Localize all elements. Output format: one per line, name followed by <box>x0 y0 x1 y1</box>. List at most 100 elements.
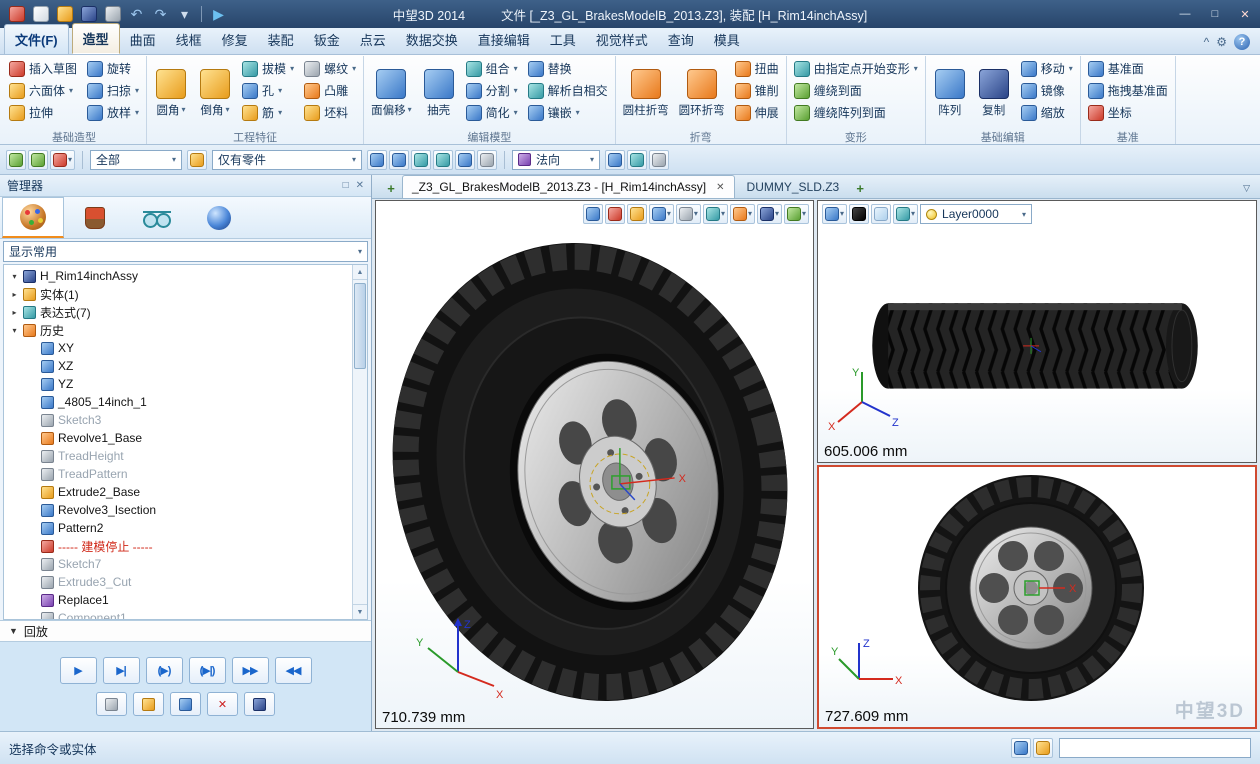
remove-from-selection-button[interactable]: ▾ <box>50 150 75 170</box>
ribbon-button-twist[interactable]: 扭曲 <box>732 58 782 79</box>
ribbon-button-revolve[interactable]: 旋转 <box>84 58 142 79</box>
tree-item-8[interactable]: Sketch3 <box>4 411 352 429</box>
print-button[interactable] <box>102 4 123 25</box>
part-filter-combo[interactable]: 仅有零件 ▾ <box>212 150 362 170</box>
replay-fast-forward-button[interactable]: ▶▶ <box>232 657 269 684</box>
chain-select-button[interactable] <box>455 150 475 170</box>
ribbon-button-split[interactable]: 分割▾ <box>463 80 521 101</box>
ribbon-button-inlay[interactable]: 镶嵌▾ <box>525 102 611 123</box>
ribbon-button-face-offset[interactable]: 面偏移▾ <box>368 58 415 129</box>
tree-item-12[interactable]: Extrude2_Base <box>4 483 352 501</box>
close-manager-button[interactable]: ✕ <box>356 180 364 191</box>
background-color-swatch[interactable] <box>871 204 891 224</box>
ribbon-tab-1[interactable]: 造型 <box>72 23 120 54</box>
command-input[interactable] <box>1059 738 1251 758</box>
ribbon-button-pattern[interactable]: 阵列 <box>930 58 970 129</box>
tree-item-17[interactable]: Extrude3_Cut <box>4 573 352 591</box>
layer-combo[interactable]: Layer0000 ▾ <box>920 204 1032 224</box>
ribbon-button-mirror[interactable]: 镜像 <box>1018 80 1076 101</box>
replay-play-to-end-button[interactable]: ▶| <box>103 657 140 684</box>
float-panel-button[interactable]: □ <box>343 180 349 191</box>
undo-button[interactable]: ↶ <box>126 4 147 25</box>
bottom-right-viewport[interactable]: X Z Y X 中望3D 727.609 mm <box>817 465 1257 729</box>
expand-arrow-icon[interactable]: ▸ <box>10 290 19 299</box>
replay-rewind-button[interactable]: ◀◀ <box>275 657 312 684</box>
ribbon-button-stock[interactable]: 坯料 <box>301 102 359 123</box>
new-file-button[interactable] <box>30 4 51 25</box>
ribbon-button-fillet[interactable]: 圆角▾ <box>151 58 191 129</box>
replay-exit-button[interactable] <box>244 692 275 716</box>
ribbon-button-hole[interactable]: 孔▾ <box>239 80 297 101</box>
scroll-up-icon[interactable]: ▲ <box>353 265 367 280</box>
tree-display-combo[interactable]: 显示常用 ▾ <box>3 241 368 262</box>
ribbon-button-deform-by-point[interactable]: 由指定点开始变形▾ <box>791 58 921 79</box>
ribbon-button-move[interactable]: 移动▾ <box>1018 58 1076 79</box>
scroll-down-icon[interactable]: ▼ <box>353 604 367 619</box>
filter-settings-button[interactable] <box>477 150 497 170</box>
select-list-button[interactable] <box>367 150 387 170</box>
manager-tab-history[interactable] <box>2 197 64 238</box>
ribbon-button-thread[interactable]: 螺纹▾ <box>301 58 359 79</box>
ribbon-tab-13[interactable]: 模具 <box>704 25 750 54</box>
tree-item-15[interactable]: ----- 建模停止 ----- <box>4 537 352 555</box>
maximize-button[interactable]: □ <box>1200 3 1230 25</box>
ribbon-button-copy[interactable]: 复制 <box>974 58 1014 129</box>
ribbon-button-sweep[interactable]: 扫掠▾ <box>84 80 142 101</box>
tree-item-19[interactable]: Component1 <box>4 609 352 619</box>
select-previous-button[interactable] <box>389 150 409 170</box>
replay-demo-button[interactable] <box>170 692 201 716</box>
manager-tab-visualize[interactable] <box>188 197 250 238</box>
ribbon-button-stretch[interactable]: 伸展 <box>732 102 782 123</box>
sync-views-button[interactable] <box>627 150 647 170</box>
close-button[interactable]: ✕ <box>1230 3 1260 25</box>
ribbon-tab-11[interactable]: 视觉样式 <box>586 25 658 54</box>
replay-cancel-button[interactable]: ✕ <box>207 692 238 716</box>
ribbon-button-box[interactable]: 六面体▾ <box>6 80 80 101</box>
tree-item-14[interactable]: Pattern2 <box>4 519 352 537</box>
ribbon-tab-7[interactable]: 点云 <box>350 25 396 54</box>
viewport-layout-button[interactable]: ▾ <box>784 204 809 224</box>
input-mode-button[interactable] <box>1033 738 1053 758</box>
tree-item-18[interactable]: Replace1 <box>4 591 352 609</box>
new-document-button[interactable]: + <box>382 181 400 198</box>
tree-item-5[interactable]: XZ <box>4 357 352 375</box>
tree-item-2[interactable]: ▸表达式(7) <box>4 303 352 321</box>
eraser-button[interactable] <box>605 204 625 224</box>
help-button[interactable]: ? <box>1234 34 1250 50</box>
replay-play-window-to-end-button[interactable]: (▶|) <box>189 657 226 684</box>
ribbon-button-toroidal-bend[interactable]: 圆环折弯 <box>676 58 728 129</box>
ribbon-button-extrude[interactable]: 拉伸 <box>6 102 80 123</box>
ribbon-button-chamfer[interactable]: 倒角▾ <box>195 58 235 129</box>
part-filter-button[interactable] <box>187 150 207 170</box>
ribbon-button-replace[interactable]: 替换 <box>525 58 611 79</box>
tree-scrollbar[interactable]: ▲ ▼ <box>352 265 367 619</box>
tree-item-6[interactable]: YZ <box>4 375 352 393</box>
ribbon-button-taper[interactable]: 锥削 <box>732 80 782 101</box>
add-to-selection-button[interactable] <box>28 150 48 170</box>
ribbon-tab-4[interactable]: 修复 <box>212 25 258 54</box>
top-right-viewport[interactable]: ▾▾ Layer0000 ▾ Y X Z 605.006 mm <box>817 200 1257 463</box>
zoom-target-button[interactable]: ▾ <box>757 204 782 224</box>
tree-item-0[interactable]: ▾H_Rim14inchAssy <box>4 267 352 285</box>
pick-origin-button[interactable] <box>649 150 669 170</box>
ribbon-button-datum-plane[interactable]: 基准面 <box>1085 58 1171 79</box>
document-tab-0[interactable]: _Z3_GL_BrakesModelB_2013.Z3 - [H_Rim14in… <box>402 175 735 198</box>
replay-header[interactable]: ▼ 回放 <box>0 620 371 642</box>
replay-edit-button[interactable] <box>133 692 164 716</box>
replay-regen-button[interactable] <box>96 692 127 716</box>
ribbon-button-draft[interactable]: 拔模▾ <box>239 58 297 79</box>
ribbon-button-csys[interactable]: 坐标 <box>1085 102 1171 123</box>
ribbon-button-simplify[interactable]: 简化▾ <box>463 102 521 123</box>
tree-item-9[interactable]: Revolve1_Base <box>4 429 352 447</box>
shaded-display-button[interactable]: ▾ <box>649 204 674 224</box>
flip-normal-button[interactable] <box>605 150 625 170</box>
ribbon-tab-10[interactable]: 工具 <box>540 25 586 54</box>
normal-direction-combo[interactable]: 法向 ▾ <box>512 150 600 170</box>
prompt-history-button[interactable] <box>1011 738 1031 758</box>
ribbon-button-wrap-pattern-to-face[interactable]: 缠绕阵列到面 <box>791 102 921 123</box>
ribbon-button-cylindrical-bend[interactable]: 圆柱折弯 <box>620 58 672 129</box>
tab-overflow-icon[interactable]: ▽ <box>1239 183 1254 198</box>
layer-visibility-button[interactable]: ▾ <box>893 204 918 224</box>
ribbon-tab-3[interactable]: 线框 <box>166 25 212 54</box>
tree-item-1[interactable]: ▸实体(1) <box>4 285 352 303</box>
